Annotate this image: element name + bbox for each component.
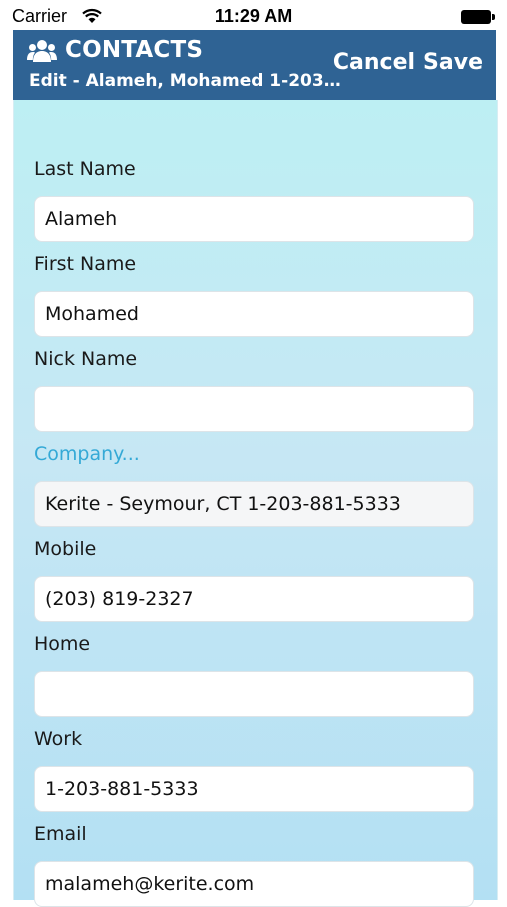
clock: 11:29 AM	[214, 6, 293, 26]
header-actions: Cancel Save	[333, 50, 483, 75]
work-field[interactable]: 1-203-881-5333	[34, 766, 474, 812]
company-field[interactable]: Kerite - Seymour, CT 1-203-881-5333	[34, 481, 474, 527]
home-field[interactable]	[34, 671, 474, 717]
page-title: CONTACTS	[65, 37, 204, 63]
mobile-field[interactable]: (203) 819-2327	[34, 576, 474, 622]
people-icon	[27, 40, 57, 62]
last-name-field[interactable]: Alameh	[34, 196, 474, 242]
nick-name-label: Nick Name	[34, 348, 138, 370]
mobile-label: Mobile	[34, 538, 97, 560]
status-bar: Carrier 11:29 AM	[0, 0, 507, 34]
first-name-label: First Name	[34, 253, 137, 275]
company-link[interactable]: Company...	[34, 443, 140, 465]
battery-icon	[461, 10, 495, 24]
contact-form: Last Name Alameh First Name Mohamed Nick…	[13, 100, 498, 907]
email-field[interactable]: malameh@kerite.com	[34, 861, 474, 907]
save-button[interactable]: Save	[423, 50, 483, 75]
cancel-button[interactable]: Cancel	[333, 50, 415, 75]
home-label: Home	[34, 633, 91, 655]
nick-name-field[interactable]	[34, 386, 474, 432]
page-subtitle: Edit - Alameh, Mohamed 1-203-881-5333	[29, 71, 341, 91]
last-name-label: Last Name	[34, 158, 136, 180]
nav-header: CONTACTS Edit - Alameh, Mohamed 1-203-88…	[13, 30, 496, 102]
email-label: Email	[34, 823, 87, 845]
first-name-field[interactable]: Mohamed	[34, 291, 474, 337]
work-label: Work	[34, 728, 83, 750]
